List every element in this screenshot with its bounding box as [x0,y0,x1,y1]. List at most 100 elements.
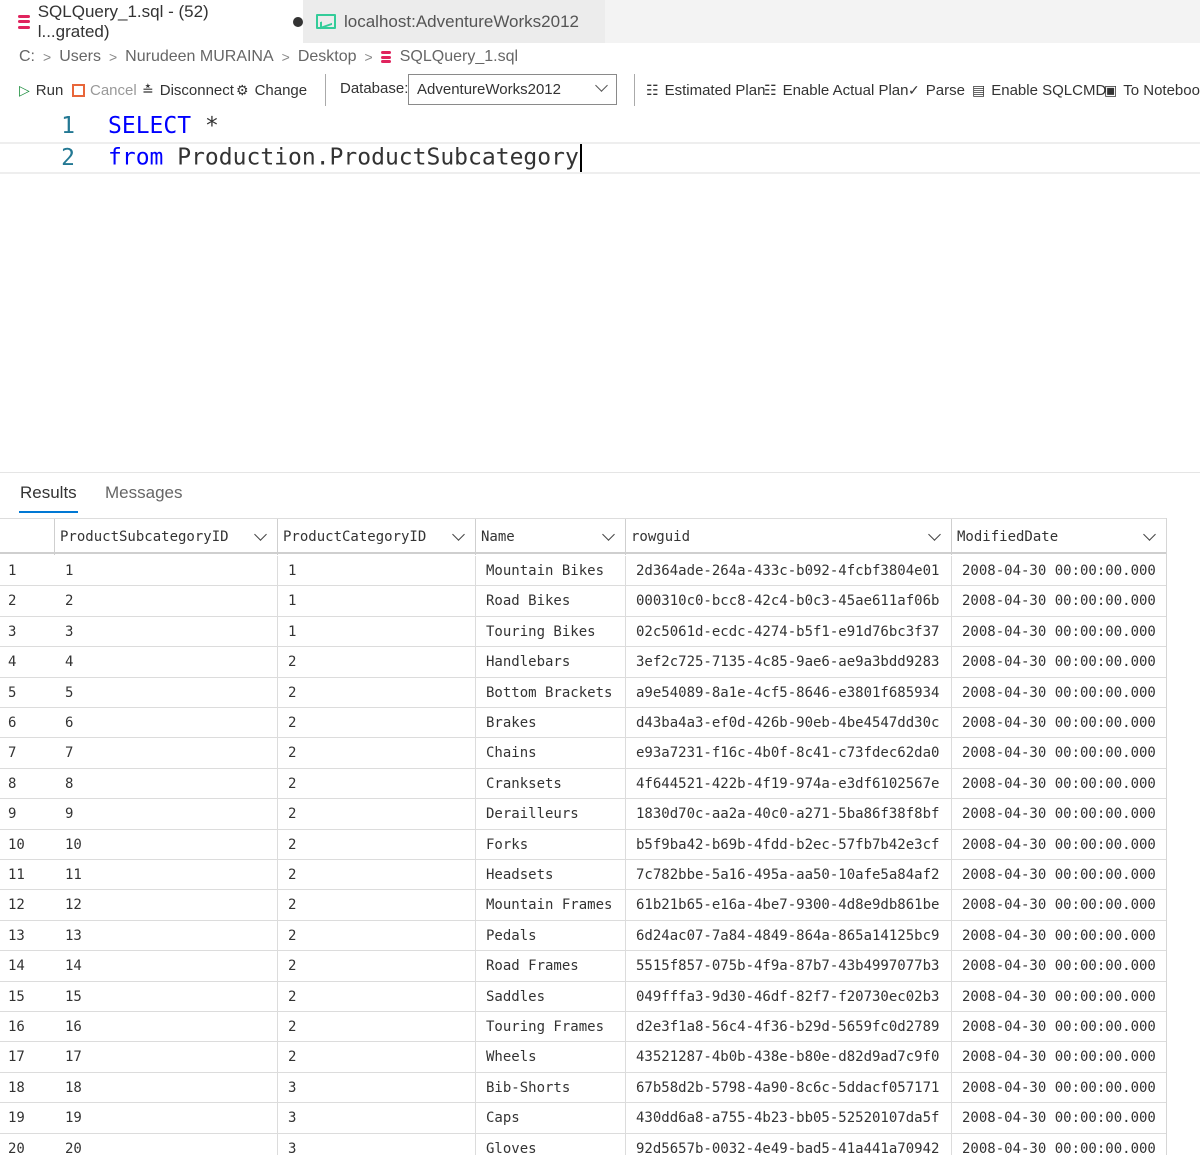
cell-rowguid[interactable]: 92d5657b-0032-4e49-bad5-41a441a70942 [625,1133,949,1155]
column-header-productsubcategoryid[interactable]: ProductSubcategoryID [54,519,277,555]
cell-rowguid[interactable]: 6d24ac07-7a84-4849-864a-865a14125bc9 [625,920,949,951]
editor-line[interactable]: 1 SELECT * [0,110,1200,142]
results-divider[interactable] [0,472,1200,473]
cell-productcategoryid[interactable]: 2 [277,647,473,678]
cell-rowguid[interactable]: 2d364ade-264a-433c-b092-4fcbf3804e01 [625,556,949,586]
cell-rowguid[interactable]: 61b21b65-e16a-4be7-9300-4d8e9db861be [625,890,949,921]
column-header-productcategoryid[interactable]: ProductCategoryID [277,519,475,555]
row-number[interactable]: 6 [0,708,54,738]
row-number[interactable]: 12 [0,890,54,920]
column-header-name[interactable]: Name [475,519,625,555]
cell-name[interactable]: Mountain Frames [475,890,623,921]
cell-name[interactable]: Bottom Brackets [475,677,623,708]
cell-rowguid[interactable]: 430dd6a8-a755-4b23-bb05-52520107da5f [625,1103,949,1134]
cell-modifieddate[interactable]: 2008-04-30 00:00:00.000 [951,677,1166,708]
unsaved-dot-icon[interactable] [293,16,303,27]
cell-rowguid[interactable]: d2e3f1a8-56c4-4f36-b29d-5659fc0d2789 [625,1012,949,1042]
cell-productcategoryid[interactable]: 2 [277,799,473,830]
cell-productcategoryid[interactable]: 2 [277,829,473,860]
parse-button[interactable]: ✓ Parse [908,80,965,100]
breadcrumb-item[interactable]: C: [19,48,35,66]
cell-rowguid[interactable]: a9e54089-8a1e-4cf5-8646-e3801f685934 [625,677,949,708]
row-number[interactable]: 14 [0,951,54,981]
cell-name[interactable]: Road Bikes [475,586,623,617]
cell-modifieddate[interactable]: 2008-04-30 00:00:00.000 [951,708,1166,738]
row-number[interactable]: 10 [0,830,54,860]
tab-sqlquery[interactable]: SQLQuery_1.sql - (52) l...grated) [0,0,303,43]
cell-modifieddate[interactable]: 2008-04-30 00:00:00.000 [951,647,1166,678]
row-number[interactable]: 15 [0,982,54,1012]
cell-modifieddate[interactable]: 2008-04-30 00:00:00.000 [951,1042,1166,1073]
cell-productcategoryid[interactable]: 2 [277,1012,473,1042]
table-row[interactable]: 3 3 1 Touring Bikes 02c5061d-ecdc-4274-b5f1-… [0,616,1166,648]
row-number[interactable]: 13 [0,921,54,951]
row-number[interactable]: 9 [0,799,54,829]
cell-productsubcategoryid[interactable]: 12 [55,890,276,920]
database-select[interactable]: AdventureWorks2012 [408,74,617,105]
row-number[interactable]: 16 [0,1012,54,1042]
row-number[interactable]: 8 [0,769,54,799]
sql-editor[interactable]: 1 SELECT * 2 from Production.ProductSubc… [0,108,1200,468]
cell-modifieddate[interactable]: 2008-04-30 00:00:00.000 [951,981,1166,1012]
cell-productcategoryid[interactable]: 3 [277,1072,473,1103]
row-number[interactable]: 18 [0,1073,54,1103]
cell-productsubcategoryid[interactable]: 4 [55,647,276,677]
table-row[interactable]: 2 2 1 Road Bikes 000310c0-bcc8-42c4-b0c3-45a… [0,586,1166,617]
enable-actual-plan-button[interactable]: ☷ Enable Actual Plan [764,80,909,100]
table-row[interactable]: 18 18 3 Bib-Shorts 67b58d2b-5798-4a90-8c6c-5… [0,1072,1166,1104]
cell-name[interactable]: Bib-Shorts [475,1072,623,1103]
cell-productcategoryid[interactable]: 2 [277,890,473,921]
cell-modifieddate[interactable]: 2008-04-30 00:00:00.000 [951,586,1166,617]
cell-modifieddate[interactable]: 2008-04-30 00:00:00.000 [951,829,1166,860]
table-row[interactable]: 19 19 3 Caps 430dd6a8-a755-4b23-bb05-5252010… [0,1103,1166,1134]
breadcrumb-item[interactable]: SQLQuery_1.sql [400,48,518,66]
cell-modifieddate[interactable]: 2008-04-30 00:00:00.000 [951,1012,1166,1042]
breadcrumb-item[interactable]: Users [59,48,101,66]
cell-modifieddate[interactable]: 2008-04-30 00:00:00.000 [951,556,1166,586]
cell-productcategoryid[interactable]: 1 [277,616,473,647]
cell-productsubcategoryid[interactable]: 5 [55,678,276,708]
row-number[interactable]: 2 [0,586,54,616]
cell-rowguid[interactable]: 1830d70c-aa2a-40c0-a271-5ba86f38f8bf [625,799,949,830]
cell-productcategoryid[interactable]: 2 [277,738,473,769]
cell-productcategoryid[interactable]: 2 [277,920,473,951]
cancel-button[interactable]: Cancel [72,80,137,100]
table-row[interactable]: 16 16 2 Touring Frames d2e3f1a8-56c4-4f36-b2… [0,1012,1166,1043]
cell-productsubcategoryid[interactable]: 19 [55,1103,276,1133]
table-row[interactable]: 11 11 2 Headsets 7c782bbe-5a16-495a-aa50-10a… [0,860,1166,891]
row-number[interactable]: 4 [0,647,54,677]
cell-rowguid[interactable]: 3ef2c725-7135-4c85-9ae6-ae9a3bdd9283 [625,647,949,678]
cell-name[interactable]: Caps [475,1103,623,1134]
cell-name[interactable]: Mountain Bikes [475,556,623,586]
code-text[interactable]: SELECT * [108,113,219,139]
cell-name[interactable]: Wheels [475,1042,623,1073]
cell-productsubcategoryid[interactable]: 16 [55,1012,276,1042]
tab-dashboard[interactable]: localhost:AdventureWorks2012 [303,0,605,43]
cell-name[interactable]: Brakes [475,708,623,738]
chevron-down-icon[interactable] [602,528,615,541]
cell-productsubcategoryid[interactable]: 15 [55,982,276,1012]
cell-rowguid[interactable]: d43ba4a3-ef0d-426b-90eb-4be4547dd30c [625,708,949,738]
cell-productcategoryid[interactable]: 2 [277,981,473,1012]
cell-modifieddate[interactable]: 2008-04-30 00:00:00.000 [951,1103,1166,1134]
cell-productsubcategoryid[interactable]: 9 [55,799,276,829]
table-row[interactable]: 1 1 1 Mountain Bikes 2d364ade-264a-433c-b092… [0,556,1166,587]
cell-name[interactable]: Derailleurs [475,799,623,830]
cell-productsubcategoryid[interactable]: 13 [55,921,276,951]
table-row[interactable]: 10 10 2 Forks b5f9ba42-b69b-4fdd-b2ec-57fb7b… [0,829,1166,860]
cell-modifieddate[interactable]: 2008-04-30 00:00:00.000 [951,951,1166,982]
cell-productsubcategoryid[interactable]: 10 [55,830,276,860]
cell-modifieddate[interactable]: 2008-04-30 00:00:00.000 [951,799,1166,830]
table-row[interactable]: 14 14 2 Road Frames 5515f857-075b-4f9a-87b7-… [0,951,1166,982]
cell-productsubcategoryid[interactable]: 8 [55,769,276,799]
cell-modifieddate[interactable]: 2008-04-30 00:00:00.000 [951,616,1166,647]
cell-productcategoryid[interactable]: 2 [277,951,473,982]
cell-name[interactable]: Cranksets [475,768,623,799]
cell-productsubcategoryid[interactable]: 20 [55,1134,276,1155]
cell-rowguid[interactable]: e93a7231-f16c-4b0f-8c41-c73fdec62da0 [625,738,949,769]
cell-rowguid[interactable]: 43521287-4b0b-438e-b80e-d82d9ad7c9f0 [625,1042,949,1073]
cell-productcategoryid[interactable]: 2 [277,860,473,890]
results-grid[interactable]: ProductSubcategoryID ProductCategoryID N… [0,518,1200,1155]
cell-productcategoryid[interactable]: 2 [277,677,473,708]
cell-productsubcategoryid[interactable]: 6 [55,708,276,738]
